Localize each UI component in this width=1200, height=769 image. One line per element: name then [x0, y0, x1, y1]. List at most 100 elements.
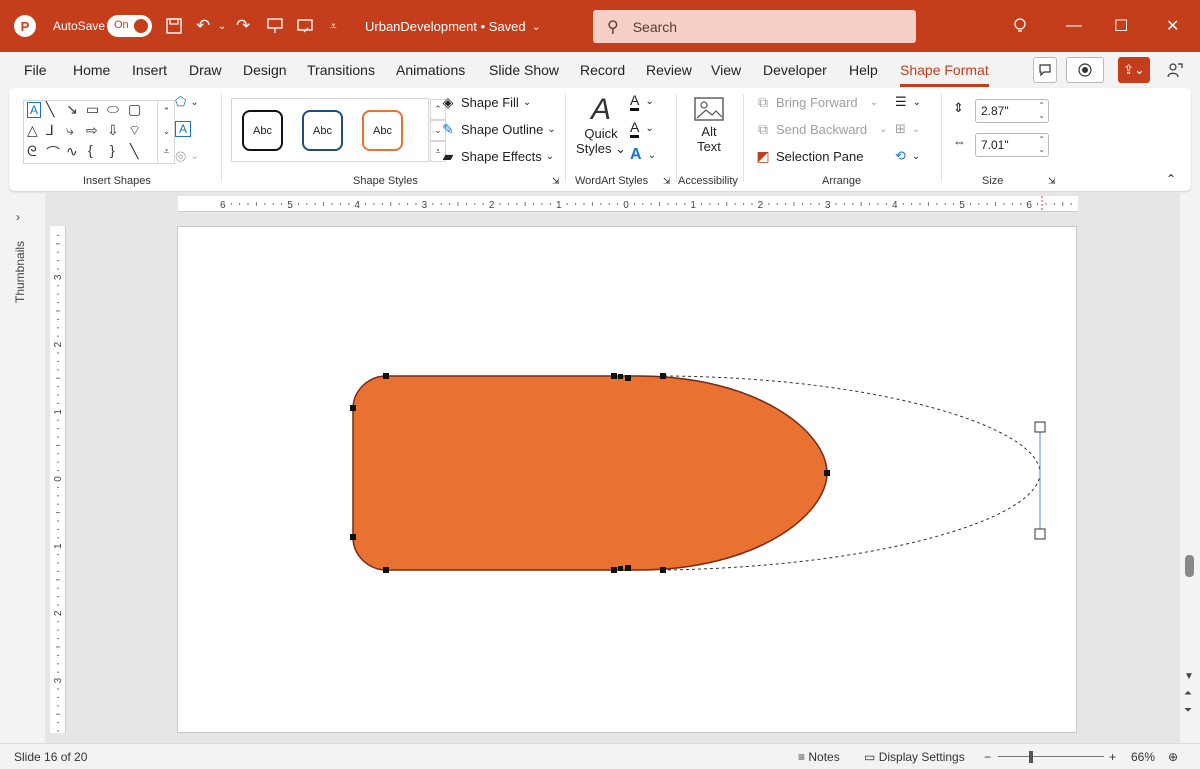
zoom-level[interactable]: 66% — [1131, 750, 1155, 764]
oval-shape-icon[interactable]: ⬭ — [107, 101, 119, 118]
tab-view[interactable]: View — [711, 62, 741, 78]
tab-review[interactable]: Review — [646, 62, 692, 78]
left-brace-icon[interactable]: { — [88, 142, 93, 158]
search-box[interactable]: ⚲ Search — [593, 10, 916, 43]
comments-icon[interactable] — [1033, 57, 1057, 83]
minimize-icon[interactable]: — — [1066, 0, 1082, 52]
draw-textbox-icon[interactable]: A — [175, 121, 192, 137]
redo-icon[interactable]: ↷ — [236, 0, 250, 52]
shape-fill-button[interactable]: ◈ Shape Fill ⌄ — [439, 94, 532, 111]
maximize-icon[interactable]: ☐ — [1114, 0, 1128, 52]
zoom-out-icon[interactable]: − — [984, 750, 991, 764]
elbow-arrow-icon[interactable]: ⤷ — [66, 122, 74, 139]
tab-design[interactable]: Design — [243, 62, 287, 78]
zoom-slider-thumb[interactable] — [1029, 751, 1033, 763]
shape-effects-button[interactable]: ▰ Shape Effects ⌄ — [439, 148, 555, 165]
align-icon[interactable]: ☰ ⌄ — [895, 94, 921, 110]
tab-animations[interactable]: Animations — [396, 62, 465, 78]
next-slide-icon[interactable]: ⏷ — [1184, 705, 1192, 716]
undo-dropdown-icon[interactable]: ⌄ — [218, 0, 226, 52]
rectangle-shape-icon[interactable]: ▭ — [86, 101, 99, 118]
down-arrow-shape-icon[interactable]: ⇩ — [107, 122, 119, 139]
text-effects-icon[interactable]: A ⌄ — [630, 146, 656, 164]
shapes-scroll-icon[interactable]: ⌃ ⌄ ⩡ — [157, 101, 175, 164]
shape-outline-button[interactable]: ✎ Shape Outline ⌄ — [439, 121, 556, 138]
right-brace-icon[interactable]: } — [110, 142, 115, 158]
shape-styles-gallery[interactable]: Abc Abc Abc ⌃ ⌄ ⩡ — [231, 98, 446, 162]
size-launcher-icon[interactable]: ⇲ — [1048, 176, 1056, 187]
tab-draw[interactable]: Draw — [189, 62, 222, 78]
style-sample-blue[interactable]: Abc — [302, 110, 343, 151]
tab-record[interactable]: Record — [580, 62, 625, 78]
send-backward-button[interactable]: ⧉ Send Backward ⌄ — [754, 121, 887, 138]
style-sample-black[interactable]: Abc — [242, 110, 283, 151]
shape-styles-launcher-icon[interactable]: ⇲ — [552, 176, 560, 187]
arc-icon[interactable]: ⌒ — [46, 143, 60, 163]
text-fill-icon[interactable]: A ⌄ — [630, 92, 654, 111]
freeform-icon[interactable]: ᘓ — [27, 143, 37, 160]
rotate-icon[interactable]: ⟲ ⌄ — [895, 148, 920, 164]
text-box-icon[interactable]: A — [27, 102, 42, 118]
slideshow-icon[interactable] — [296, 0, 314, 52]
customize-toolbar-icon[interactable]: ⩡ — [330, 0, 337, 52]
notes-button[interactable]: ≡ Notes — [798, 750, 840, 764]
tab-shape-format[interactable]: Shape Format — [900, 62, 989, 87]
text-outline-icon[interactable]: A ⌄ — [630, 119, 654, 138]
horizontal-ruler: 6 5 4 3 2 1 0 1 2 3 4 5 6 — [178, 196, 1078, 212]
orange-rounded-shape[interactable] — [352, 375, 828, 571]
width-input[interactable]: 7.01" ⌃ ⌄ — [975, 133, 1049, 157]
expand-thumbnails-icon[interactable]: › — [16, 210, 20, 224]
present-icon[interactable] — [266, 0, 284, 52]
group-icon[interactable]: ⊞ ⌄ — [895, 121, 920, 137]
style-sample-orange[interactable]: Abc — [362, 110, 403, 151]
tab-home[interactable]: Home — [73, 62, 110, 78]
document-title[interactable]: UrbanDevelopment • Saved ⌄ — [365, 0, 541, 52]
save-icon[interactable] — [165, 0, 183, 52]
zoom-slider[interactable] — [998, 756, 1104, 757]
shapes-gallery[interactable]: A ╲ ↘ ▭ ⬭ ▢ △ ⅃ ⤷ ⇨ ⇩ ⌔ ᘓ ⌒ ∿ { } ╲ ⌃ ⌄ ⩡ — [23, 100, 175, 164]
record-icon[interactable] — [1066, 57, 1104, 83]
bring-forward-button[interactable]: ⧉ Bring Forward ⌄ — [754, 94, 878, 111]
alt-text-button[interactable]: Alt Text — [689, 96, 729, 154]
collapse-ribbon-icon[interactable]: ⌃ — [1166, 172, 1176, 186]
display-settings-button[interactable]: ▭ Display Settings — [864, 750, 965, 764]
undo-icon[interactable]: ↶ — [196, 0, 210, 52]
right-arrow-shape-icon[interactable]: ⇨ — [86, 122, 98, 139]
quick-styles-button[interactable]: A Quick Styles ⌄ — [576, 94, 626, 157]
adjust-handle-top[interactable] — [1034, 421, 1046, 433]
connector-icon[interactable]: ⅃ — [46, 122, 54, 139]
previous-slide-icon[interactable]: ⏶ — [1184, 688, 1192, 699]
line-shape-icon[interactable]: ╲ — [46, 101, 54, 118]
edit-shape-icon[interactable]: ⬠ ⌄ — [175, 94, 199, 110]
tab-developer[interactable]: Developer — [763, 62, 827, 78]
tab-slide-show[interactable]: Slide Show — [489, 62, 559, 78]
wordart-launcher-icon[interactable]: ⇲ — [663, 176, 671, 187]
adjust-handle-bottom[interactable] — [1034, 528, 1046, 540]
height-input[interactable]: 2.87" ⌃ ⌄ — [975, 99, 1049, 123]
scrollbar-thumb[interactable] — [1185, 555, 1194, 577]
zoom-in-icon[interactable]: + — [1109, 750, 1116, 764]
curve-icon[interactable]: ∿ — [66, 143, 78, 160]
fit-slide-icon[interactable]: ⊕ — [1168, 750, 1178, 764]
close-icon[interactable]: ✕ — [1166, 0, 1179, 52]
presenter-icon[interactable] — [1163, 57, 1187, 83]
slide-canvas[interactable] — [177, 226, 1077, 733]
autosave-toggle[interactable]: On — [107, 0, 152, 52]
snip-rect-icon[interactable]: ⌔ — [128, 122, 141, 140]
lightbulb-icon[interactable] — [1012, 0, 1028, 52]
scroll-down-icon[interactable]: ▼ — [1184, 671, 1194, 682]
thumbnails-label[interactable]: Thumbnails — [13, 241, 27, 303]
ruler-label: 3 — [825, 200, 831, 211]
triangle-shape-icon[interactable]: △ — [27, 122, 38, 139]
selection-pane-button[interactable]: ◩ Selection Pane — [754, 148, 863, 165]
tab-transitions[interactable]: Transitions — [307, 62, 375, 78]
share-icon[interactable]: ⇪⌄ — [1118, 57, 1150, 83]
tab-help[interactable]: Help — [849, 62, 878, 78]
rounded-rect-icon[interactable]: ▢ — [128, 101, 141, 118]
tab-file[interactable]: File — [24, 62, 47, 78]
diagonal-line-icon[interactable]: ╲ — [130, 143, 138, 160]
tab-insert[interactable]: Insert — [132, 62, 167, 78]
vertical-scrollbar[interactable]: ▼ ⏶ ⏷ — [1180, 193, 1200, 743]
arrow-line-icon[interactable]: ↘ — [66, 101, 78, 118]
shape-styles-group-label: Shape Styles — [353, 175, 418, 187]
